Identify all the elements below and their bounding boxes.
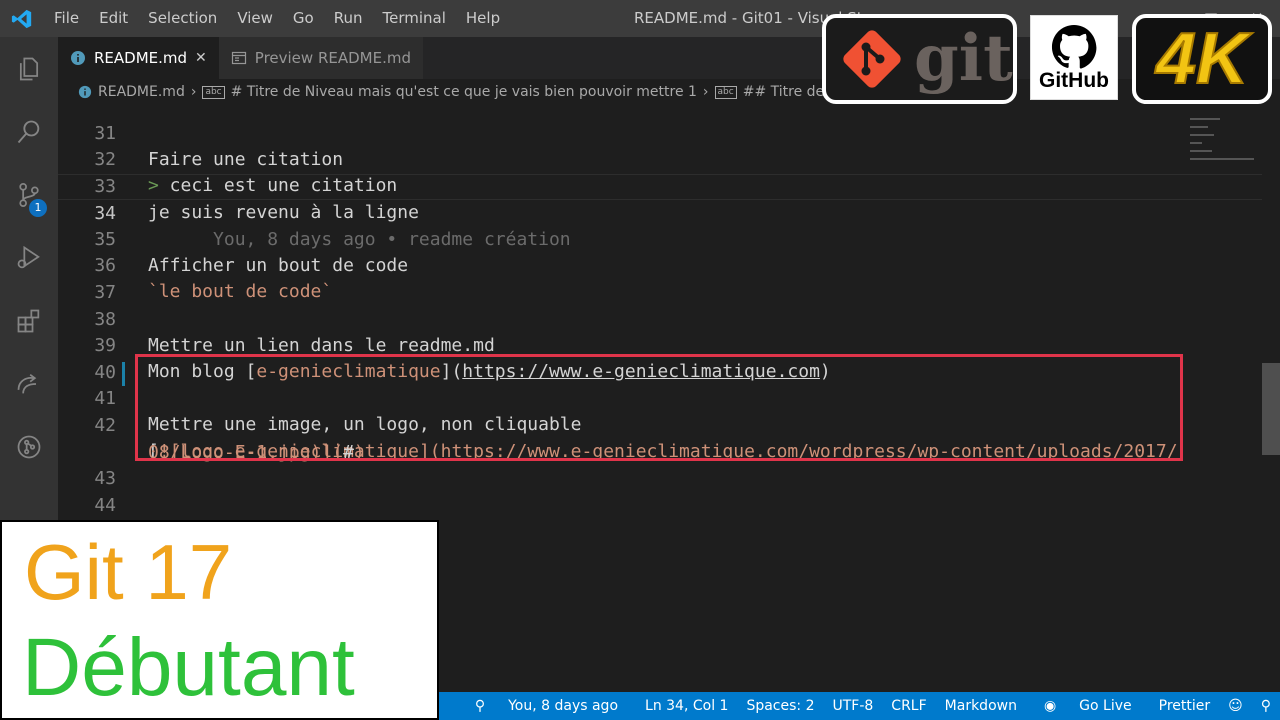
status-language[interactable]: Markdown (936, 698, 1026, 714)
breadcrumb-h1[interactable]: # Titre de Niveau mais qu'est ce que je … (231, 84, 697, 100)
status-position[interactable]: Ln 34, Col 1 (636, 698, 737, 714)
source-control-icon[interactable]: 1 (0, 163, 58, 226)
menu-go[interactable]: Go (283, 0, 324, 37)
git-commit-icon: ⚲ (474, 698, 486, 714)
status-bar: ⚲ You, 8 days ago Ln 34, Col 1 Spaces: 2 … (439, 692, 1280, 720)
highlight-box (135, 354, 1183, 461)
scrollbar[interactable] (1262, 105, 1280, 692)
status-encoding[interactable]: UTF-8 (823, 698, 882, 714)
git-logo-text: git (914, 21, 1013, 96)
current-line: 34 You, 8 days ago • readme création (58, 174, 1262, 250)
menu-edit[interactable]: Edit (89, 0, 138, 37)
source-control-badge: 1 (29, 199, 47, 217)
code-line: 32 > ceci est une citation (58, 121, 1262, 196)
tab-label: README.md (94, 49, 188, 67)
remote-icon[interactable] (0, 352, 58, 415)
code-line: 39 Mon blog [e-genieclimatique](https://… (58, 307, 1262, 382)
git-logo: git (822, 14, 1017, 104)
run-debug-icon[interactable] (0, 226, 58, 289)
minimap-line (1190, 158, 1254, 160)
minimap-line (1190, 126, 1208, 128)
github-logo: GitHub (1030, 15, 1118, 100)
video-caption: Git 17 Débutant (0, 520, 439, 720)
code-line: 35 Afficher un bout de code (58, 201, 1262, 276)
vscode-logo-icon (0, 0, 44, 37)
code-line: 33 je suis revenu à la ligne (58, 148, 1262, 223)
tab-label: Preview README.md (254, 49, 411, 67)
notifications-bell-icon[interactable]: ⚲ (1252, 698, 1280, 714)
breadcrumb-file[interactable]: README.md (98, 84, 185, 100)
heading-symbol-icon: abc (714, 85, 737, 99)
git-graph-icon[interactable] (0, 415, 58, 478)
modified-gutter-indicator (122, 362, 125, 386)
extensions-icon[interactable] (0, 289, 58, 352)
menu-file[interactable]: File (44, 0, 89, 37)
minimap-line (1190, 150, 1212, 152)
search-icon[interactable] (0, 100, 58, 163)
code-line: 44 (58, 467, 1262, 516)
code-line: 45 (58, 494, 1262, 543)
caption-title: Git 17 (24, 528, 233, 616)
chevron-right-icon: › (190, 84, 197, 100)
status-golive[interactable]: ◉ Go Live (1026, 698, 1150, 714)
preview-icon (231, 50, 247, 66)
activity-bar: 1 (0, 37, 58, 520)
4k-logo: 4K (1132, 14, 1272, 104)
4k-logo-text: 4K (1155, 18, 1249, 100)
git-diamond-icon (836, 23, 908, 95)
code-line: 31 Faire une citation (58, 105, 1262, 170)
minimap-line (1190, 118, 1220, 120)
github-octocat-icon (1051, 24, 1097, 70)
github-logo-text: GitHub (1039, 68, 1109, 92)
minimap-line (1190, 142, 1202, 144)
menu-run[interactable]: Run (324, 0, 373, 37)
menu-help[interactable]: Help (456, 0, 510, 37)
minimap-line (1190, 134, 1214, 136)
info-icon (70, 50, 86, 66)
menu-selection[interactable]: Selection (138, 0, 227, 37)
explorer-icon[interactable] (0, 37, 58, 100)
status-blame[interactable]: ⚲ You, 8 days ago (457, 698, 636, 714)
tab-readme[interactable]: README.md ✕ (58, 37, 219, 79)
heading-symbol-icon: abc (202, 85, 225, 99)
broadcast-icon: ◉ (1043, 698, 1057, 714)
close-tab-icon[interactable]: ✕ (195, 50, 207, 66)
status-eol[interactable]: CRLF (882, 698, 935, 714)
menu-terminal[interactable]: Terminal (373, 0, 456, 37)
chevron-right-icon: › (702, 84, 709, 100)
menu-bar: File Edit Selection View Go Run Terminal… (44, 0, 510, 37)
scrollbar-thumb[interactable] (1262, 363, 1280, 455)
feedback-icon[interactable]: ☺ (1219, 698, 1252, 714)
status-indentation[interactable]: Spaces: 2 (737, 698, 823, 714)
code-line: 37 (58, 254, 1262, 303)
menu-view[interactable]: View (227, 0, 283, 37)
tab-preview-readme[interactable]: Preview README.md (218, 37, 423, 79)
info-icon (78, 85, 92, 99)
code-line: 38 Mettre un lien dans le readme.md (58, 281, 1262, 356)
code-line: 36 `le bout de code` (58, 227, 1262, 302)
caption-subtitle: Débutant (22, 622, 355, 713)
status-prettier[interactable]: Prettier (1150, 698, 1220, 714)
